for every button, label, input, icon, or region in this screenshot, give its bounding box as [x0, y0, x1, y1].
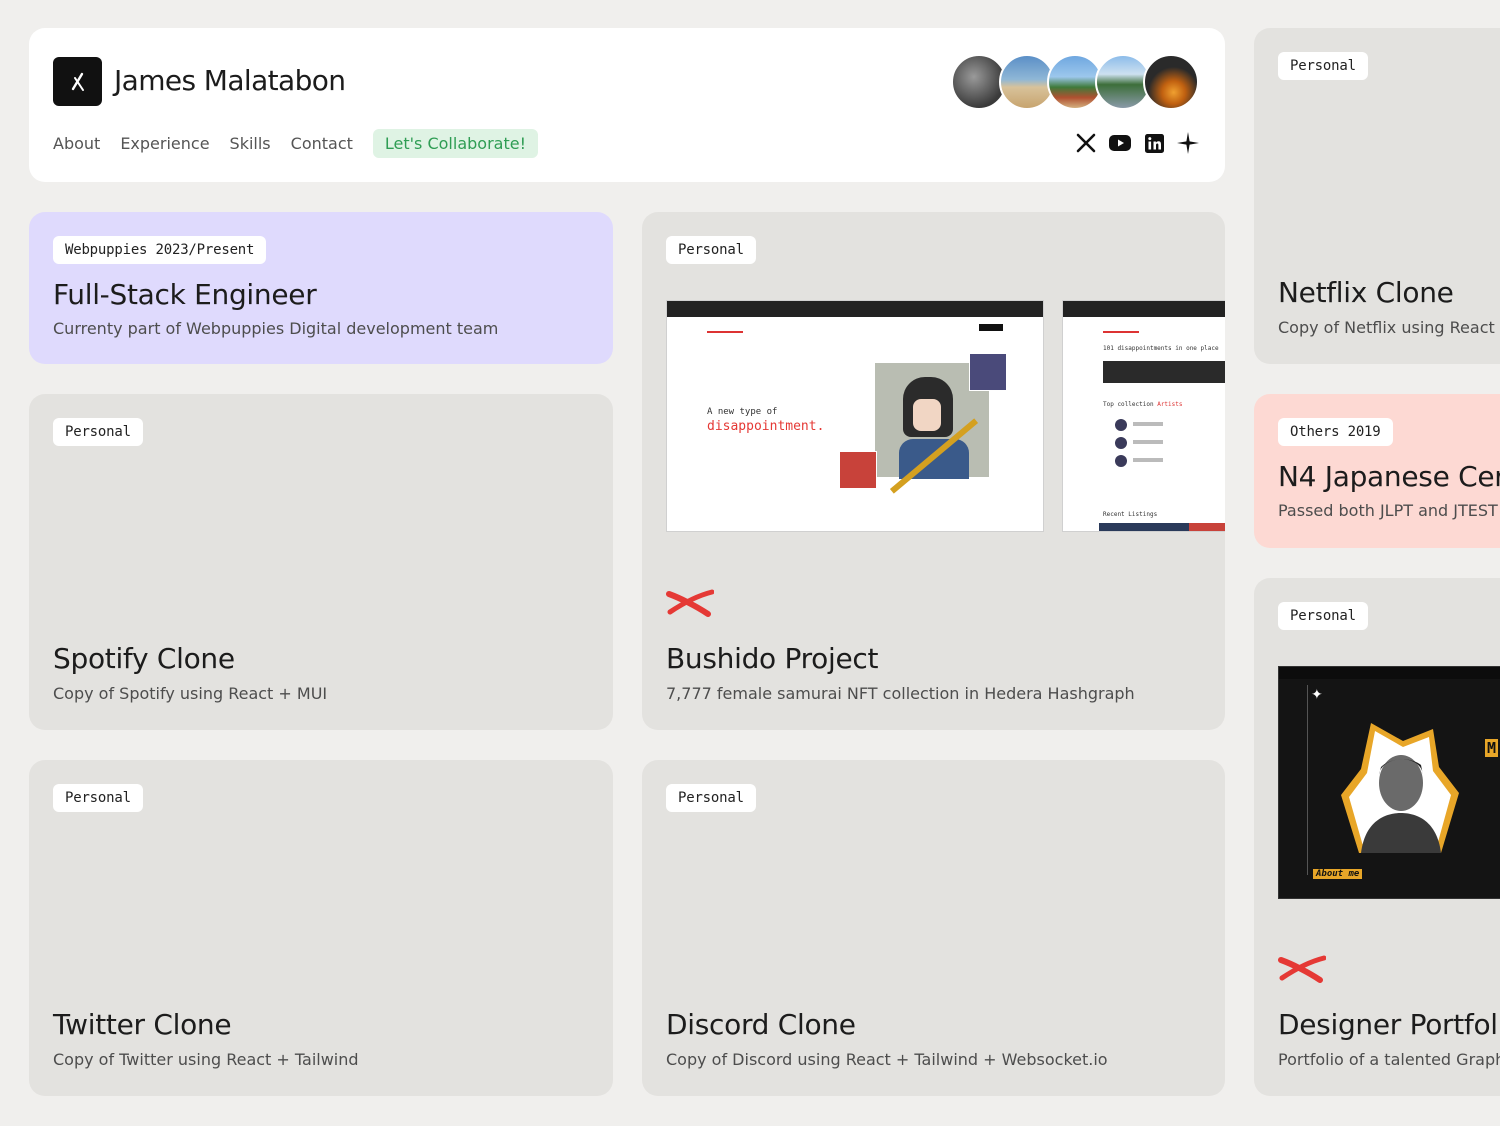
- bushido-preview-home: A new type of disappointment.: [666, 300, 1044, 532]
- card-tag: Personal: [666, 784, 756, 812]
- card-description: Currenty part of Webpuppies Digital deve…: [53, 319, 499, 338]
- card-tag: Personal: [53, 784, 143, 812]
- preview-text: Top collection Artists: [1103, 401, 1183, 408]
- site-logo[interactable]: [53, 57, 102, 106]
- nav-skills[interactable]: Skills: [230, 134, 271, 153]
- card-tag: Personal: [666, 236, 756, 264]
- card-title: Spotify Clone: [53, 642, 235, 675]
- sparkle-icon: ✦: [1311, 687, 1323, 703]
- card-description: Passed both JLPT and JTEST: [1278, 501, 1498, 520]
- experience-card-fullstack[interactable]: Webpuppies 2023/Present Full-Stack Engin…: [29, 212, 613, 364]
- preview-text: disappointment.: [707, 419, 825, 434]
- designer-brush-logo-icon: [1278, 954, 1327, 988]
- card-title: Bushido Project: [666, 642, 879, 675]
- project-card-spotify[interactable]: Personal Spotify Clone Copy of Spotify u…: [29, 394, 613, 730]
- card-title: Discord Clone: [666, 1008, 856, 1041]
- card-description: 7,777 female samurai NFT collection in H…: [666, 684, 1135, 703]
- designer-preview: About me M ✦: [1278, 666, 1500, 899]
- certificate-card-n4[interactable]: Others 2019 N4 Japanese Certificate Pass…: [1254, 394, 1500, 548]
- bushido-brush-logo-icon: [666, 588, 715, 622]
- card-tag: Webpuppies 2023/Present: [53, 236, 267, 264]
- x-logo-icon[interactable]: [1075, 132, 1097, 154]
- card-description: Copy of Spotify using React + MUI: [53, 684, 328, 703]
- card-tag: Others 2019: [1278, 418, 1393, 446]
- card-title: Designer Portfolio: [1278, 1008, 1500, 1041]
- social-links: [1075, 132, 1199, 154]
- project-card-twitter[interactable]: Personal Twitter Clone Copy of Twitter u…: [29, 760, 613, 1096]
- card-description: Copy of Discord using React + Tailwind +…: [666, 1050, 1108, 1069]
- project-card-designer-portfolio[interactable]: Personal About me M ✦ Designer Portfolio…: [1254, 578, 1500, 1096]
- portrait-cutout: [1341, 723, 1459, 853]
- avatar[interactable]: [1143, 54, 1199, 110]
- preview-letter: M: [1485, 739, 1499, 757]
- linkedin-icon[interactable]: [1143, 132, 1165, 154]
- card-description: Portfolio of a talented Graphic Designer: [1278, 1050, 1500, 1069]
- project-card-bushido[interactable]: Personal A new type of disappointment. 1…: [642, 212, 1225, 730]
- project-card-discord[interactable]: Personal Discord Clone Copy of Discord u…: [642, 760, 1225, 1096]
- photo-avatars: [951, 54, 1199, 110]
- nav-contact[interactable]: Contact: [291, 134, 353, 153]
- card-description: Copy of Netflix using React: [1278, 318, 1495, 337]
- about-me-badge: About me: [1313, 869, 1363, 879]
- collaborate-button[interactable]: Let's Collaborate!: [372, 129, 538, 158]
- card-title: Netflix Clone: [1278, 276, 1454, 309]
- preview-text: A new type of: [707, 407, 778, 417]
- card-description: Copy of Twitter using React + Tailwind: [53, 1050, 359, 1069]
- card-title: Full-Stack Engineer: [53, 278, 317, 311]
- main-nav: About Experience Skills Contact Let's Co…: [53, 129, 538, 158]
- card-title: Twitter Clone: [53, 1008, 232, 1041]
- card-title: N4 Japanese Certificate: [1278, 460, 1500, 493]
- project-card-netflix[interactable]: Personal Netflix Clone Copy of Netflix u…: [1254, 28, 1500, 364]
- sparkle-icon[interactable]: [1177, 132, 1199, 154]
- profile-header: James Malatabon About Experience Skills …: [29, 28, 1225, 182]
- youtube-icon[interactable]: [1109, 132, 1131, 154]
- site-name: James Malatabon: [114, 64, 346, 97]
- preview-text: Recent Listings: [1103, 511, 1158, 518]
- bushido-preview-collection: 101 disappointments in one place Top col…: [1062, 300, 1225, 532]
- nav-experience[interactable]: Experience: [120, 134, 209, 153]
- preview-text: 101 disappointments in one place: [1103, 345, 1219, 352]
- card-tag: Personal: [1278, 602, 1368, 630]
- brush-x-icon: [71, 72, 84, 91]
- nav-about[interactable]: About: [53, 134, 100, 153]
- card-tag: Personal: [1278, 52, 1368, 80]
- card-tag: Personal: [53, 418, 143, 446]
